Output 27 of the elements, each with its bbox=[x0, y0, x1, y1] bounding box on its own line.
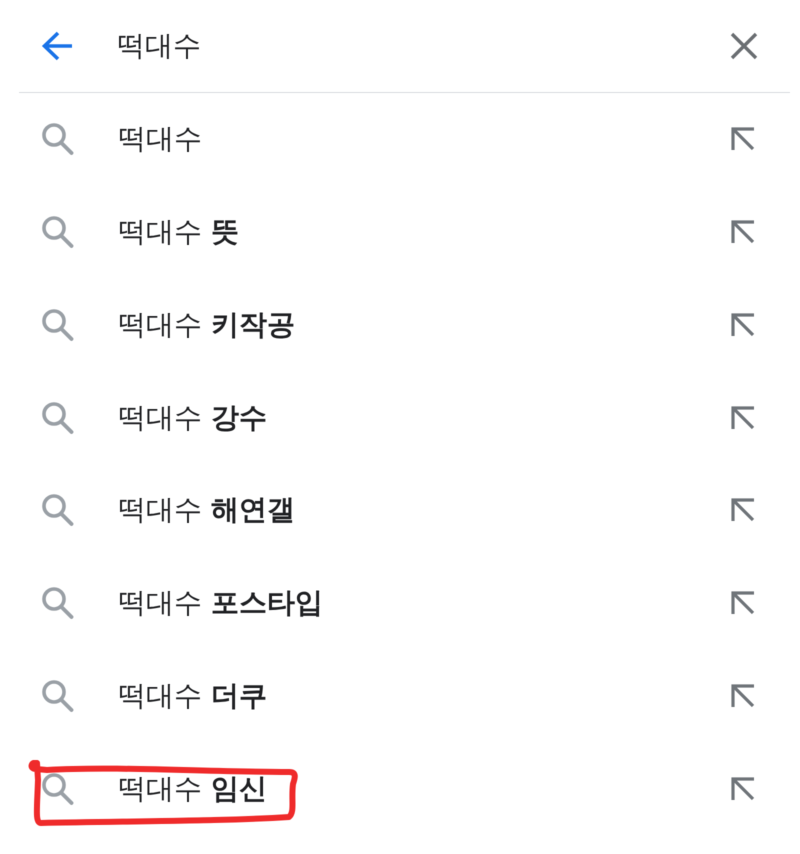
close-icon[interactable] bbox=[730, 32, 758, 60]
search-icon bbox=[41, 122, 74, 156]
arrow-up-left-icon[interactable] bbox=[731, 591, 755, 616]
suggestion-text[interactable]: 떡대수 강수 bbox=[118, 400, 731, 436]
back-arrow-icon[interactable] bbox=[41, 31, 73, 61]
suggestion-text[interactable]: 떡대수 뜻 bbox=[118, 214, 731, 250]
arrow-up-left-icon[interactable] bbox=[731, 406, 755, 430]
arrow-up-left-icon[interactable] bbox=[731, 220, 755, 244]
suggestion-text[interactable]: 떡대수 포스타입 bbox=[118, 585, 731, 622]
search-icon bbox=[41, 308, 74, 342]
arrow-up-left-icon[interactable] bbox=[731, 312, 755, 337]
search-icon bbox=[41, 493, 74, 528]
arrow-up-left-icon[interactable] bbox=[731, 684, 755, 708]
search-icon bbox=[41, 586, 74, 620]
suggestion-text[interactable]: 떡대수 키작공 bbox=[118, 306, 731, 343]
search-icon bbox=[41, 215, 74, 250]
search-field[interactable]: 떡대수 bbox=[117, 28, 730, 64]
search-icon bbox=[41, 678, 74, 713]
arrow-up-left-icon[interactable] bbox=[731, 776, 755, 801]
search-icon bbox=[41, 400, 74, 435]
arrow-up-left-icon[interactable] bbox=[731, 127, 755, 152]
suggestion-text[interactable]: 떡대수 해연갤 bbox=[118, 492, 731, 528]
search-icon bbox=[41, 772, 74, 806]
suggestion-text[interactable]: 떡대수 더쿠 bbox=[118, 678, 731, 714]
arrow-up-left-icon[interactable] bbox=[731, 498, 755, 522]
suggestion-text[interactable]: 떡대수 bbox=[118, 121, 731, 158]
suggestion-text[interactable]: 떡대수 임신 bbox=[118, 770, 731, 807]
